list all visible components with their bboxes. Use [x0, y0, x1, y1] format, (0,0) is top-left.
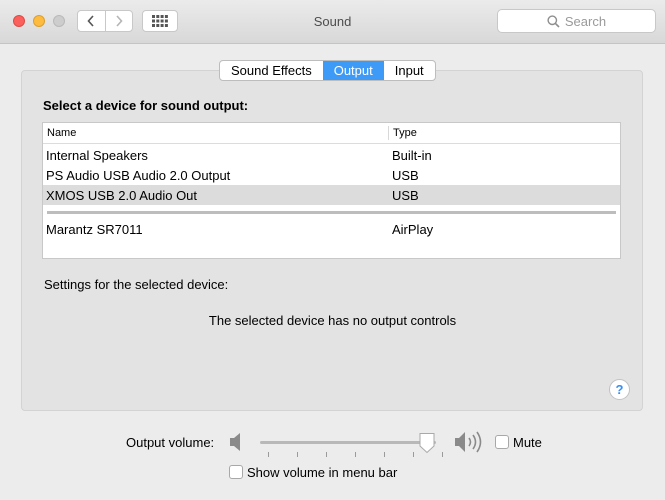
- settings-label: Settings for the selected device:: [44, 277, 229, 292]
- device-type: AirPlay: [392, 222, 434, 237]
- volume-slider-track[interactable]: [260, 441, 436, 444]
- device-name: Marantz SR7011: [46, 222, 143, 237]
- show-volume-checkbox[interactable]: [229, 465, 243, 479]
- mute-checkbox[interactable]: [495, 435, 509, 449]
- output-device-table[interactable]: Name Type Internal Speakers Built-in PS …: [42, 122, 621, 259]
- speaker-low-icon: [230, 433, 240, 451]
- table-row[interactable]: Internal Speakers Built-in: [43, 145, 620, 165]
- magnifier-icon: [547, 14, 560, 28]
- table-row[interactable]: PS Audio USB Audio 2.0 Output USB: [43, 165, 620, 185]
- column-header-name[interactable]: Name: [47, 127, 76, 139]
- volume-slider-thumb[interactable]: [418, 432, 436, 454]
- tab-output[interactable]: Output: [322, 61, 384, 80]
- table-row-selected[interactable]: XMOS USB 2.0 Audio Out USB: [43, 185, 620, 205]
- device-type: USB: [392, 168, 419, 183]
- tab-input[interactable]: Input: [384, 61, 435, 80]
- no-controls-message: The selected device has no output contro…: [208, 313, 457, 328]
- mute-label: Mute: [513, 435, 542, 450]
- column-header-type[interactable]: Type: [393, 127, 417, 139]
- tab-bar: Sound Effects Output Input: [219, 60, 436, 81]
- table-row[interactable]: Marantz SR7011 AirPlay: [43, 219, 620, 239]
- tab-sound-effects[interactable]: Sound Effects: [220, 61, 323, 80]
- device-name: PS Audio USB Audio 2.0 Output: [46, 168, 231, 183]
- device-type: USB: [392, 188, 419, 203]
- device-type: Built-in: [392, 148, 432, 163]
- help-button[interactable]: ?: [609, 379, 630, 400]
- output-volume-label: Output volume:: [126, 435, 215, 450]
- output-heading: Select a device for sound output:: [43, 98, 249, 113]
- show-volume-label: Show volume in menu bar: [247, 465, 398, 480]
- device-group-divider: [47, 211, 616, 214]
- column-separator: [388, 126, 389, 140]
- title-bar: Sound Search: [0, 0, 665, 44]
- speaker-high-icon: [455, 431, 482, 453]
- search-placeholder: Search: [564, 13, 607, 29]
- device-name: Internal Speakers: [46, 148, 148, 163]
- table-header: Name Type: [43, 123, 620, 144]
- search-field[interactable]: Search: [497, 9, 656, 33]
- device-name: XMOS USB 2.0 Audio Out: [46, 188, 198, 203]
